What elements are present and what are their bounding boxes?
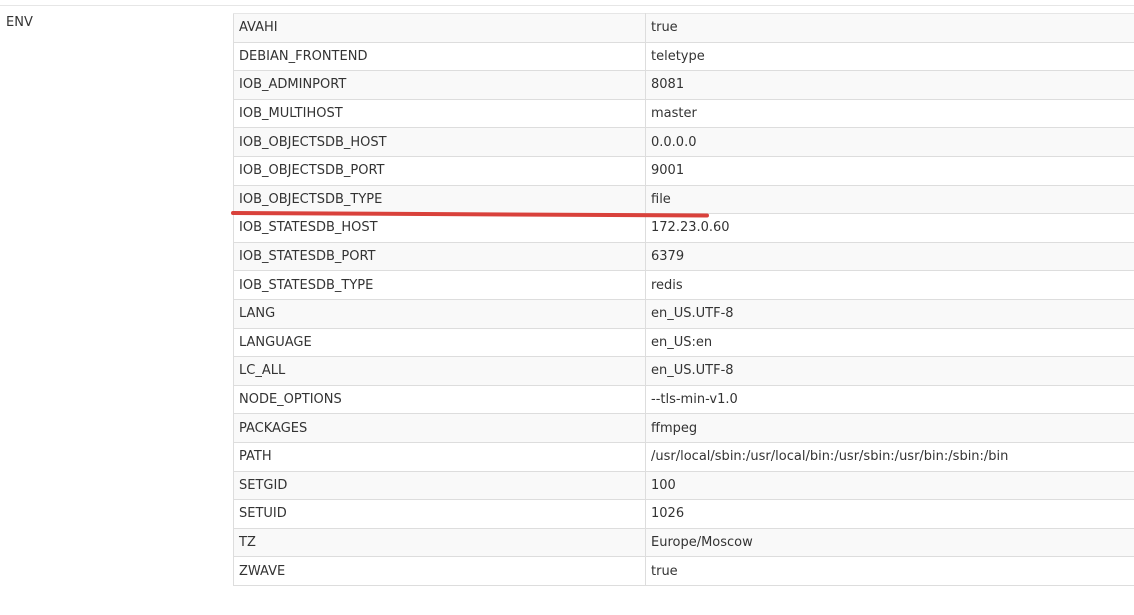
env-value-cell: teletype	[645, 41, 1134, 72]
env-value-cell: ffmpeg	[645, 413, 1134, 443]
table-row: DEBIAN_FRONTEND teletype	[233, 41, 1134, 72]
table-row: SETUID 1026	[233, 499, 1134, 529]
env-key-cell: LC_ALL	[233, 356, 646, 386]
env-key-cell: IOB_OBJECTSDB_PORT	[233, 155, 646, 186]
env-value-cell: file	[645, 184, 1134, 215]
env-value-cell: 6379	[645, 241, 1134, 272]
table-row: PACKAGES ffmpeg	[233, 413, 1134, 443]
env-key-cell: LANG	[233, 298, 646, 329]
env-key-cell: PACKAGES	[233, 413, 646, 443]
env-section-label: ENV	[6, 15, 33, 30]
env-key-cell: IOB_MULTIHOST	[233, 98, 646, 129]
table-row: IOB_STATESDB_HOST 172.23.0.60	[233, 213, 1134, 243]
env-value-cell: Europe/Moscow	[645, 527, 1134, 558]
table-row: IOB_STATESDB_PORT 6379	[233, 241, 1134, 272]
env-key-cell: SETUID	[233, 499, 646, 529]
table-row: PATH /usr/local/sbin:/usr/local/bin:/usr…	[233, 441, 1134, 472]
env-key-cell: IOB_OBJECTSDB_TYPE	[233, 184, 646, 215]
table-row: LANGUAGE en_US:en	[233, 327, 1134, 358]
env-value-cell: en_US.UTF-8	[645, 356, 1134, 386]
env-value-cell: true	[645, 556, 1134, 586]
table-row: IOB_MULTIHOST master	[233, 98, 1134, 129]
table-row: IOB_OBJECTSDB_PORT 9001	[233, 155, 1134, 186]
env-key-cell: LANGUAGE	[233, 327, 646, 358]
env-value-cell: en_US.UTF-8	[645, 298, 1134, 329]
table-row: LANG en_US.UTF-8	[233, 298, 1134, 329]
env-key-cell: TZ	[233, 527, 646, 558]
env-key-cell: ZWAVE	[233, 556, 646, 586]
table-row: AVAHI true	[233, 13, 1134, 43]
env-key-cell: SETGID	[233, 470, 646, 501]
table-row: ZWAVE true	[233, 556, 1134, 586]
table-row: LC_ALL en_US.UTF-8	[233, 356, 1134, 386]
env-value-cell: 8081	[645, 70, 1134, 100]
env-value-cell: 1026	[645, 499, 1134, 529]
env-key-cell: NODE_OPTIONS	[233, 384, 646, 415]
env-value-cell: 172.23.0.60	[645, 213, 1134, 243]
table-row: IOB_OBJECTSDB_TYPE file	[233, 184, 1134, 215]
table-row: NODE_OPTIONS --tls-min-v1.0	[233, 384, 1134, 415]
top-divider	[0, 5, 1134, 6]
env-key-cell: AVAHI	[233, 13, 646, 43]
env-value-cell: /usr/local/sbin:/usr/local/bin:/usr/sbin…	[645, 441, 1134, 472]
env-value-cell: master	[645, 98, 1134, 129]
env-key-cell: IOB_ADMINPORT	[233, 70, 646, 100]
table-row: TZ Europe/Moscow	[233, 527, 1134, 558]
table-row: IOB_STATESDB_TYPE redis	[233, 270, 1134, 300]
env-value-cell: 0.0.0.0	[645, 127, 1134, 157]
env-value-cell: 100	[645, 470, 1134, 501]
env-details-page: ENV AVAHI true DEBIAN_FRONTEND teletype …	[0, 0, 1134, 615]
env-key-cell: IOB_STATESDB_PORT	[233, 241, 646, 272]
env-key-cell: IOB_STATESDB_HOST	[233, 213, 646, 243]
env-value-cell: true	[645, 13, 1134, 43]
env-key-cell: IOB_STATESDB_TYPE	[233, 270, 646, 300]
table-row: SETGID 100	[233, 470, 1134, 501]
table-row: IOB_ADMINPORT 8081	[233, 70, 1134, 100]
env-key-cell: IOB_OBJECTSDB_HOST	[233, 127, 646, 157]
env-key-cell: PATH	[233, 441, 646, 472]
env-table-body: AVAHI true DEBIAN_FRONTEND teletype IOB_…	[233, 13, 1134, 586]
env-value-cell: 9001	[645, 155, 1134, 186]
env-value-cell: redis	[645, 270, 1134, 300]
env-value-cell: en_US:en	[645, 327, 1134, 358]
env-variables-table: AVAHI true DEBIAN_FRONTEND teletype IOB_…	[233, 13, 1134, 586]
env-key-cell: DEBIAN_FRONTEND	[233, 41, 646, 72]
table-row: IOB_OBJECTSDB_HOST 0.0.0.0	[233, 127, 1134, 157]
env-value-cell: --tls-min-v1.0	[645, 384, 1134, 415]
